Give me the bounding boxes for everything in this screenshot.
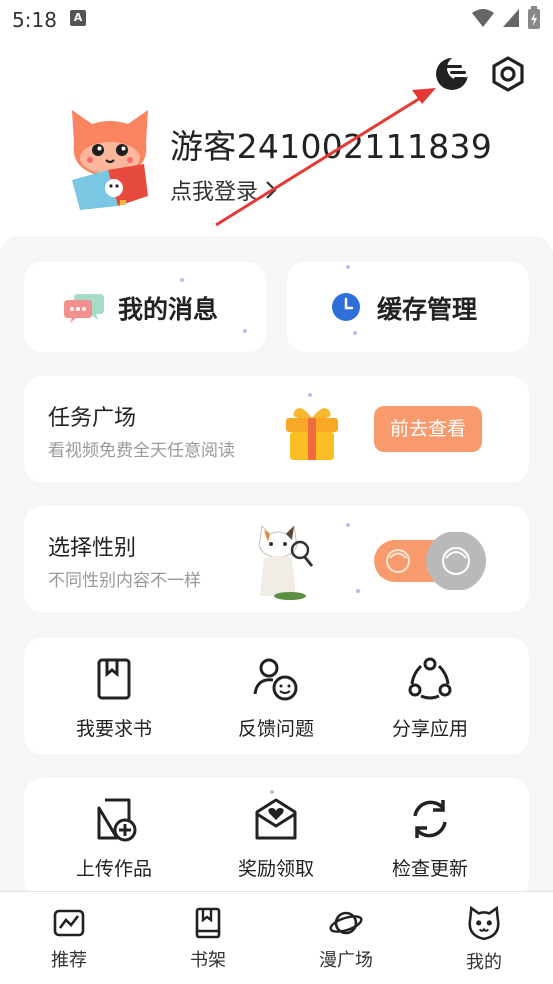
nav-item-recommend[interactable]: 推荐: [19, 906, 119, 972]
cat-detective-illustration: [258, 524, 314, 600]
feature-grid-row1: 我要求书 反馈问题 分享应用: [24, 638, 529, 754]
chat-bubbles-icon: [64, 294, 104, 323]
gender-toggle[interactable]: [374, 532, 486, 590]
refresh-icon: [413, 800, 447, 838]
login-link[interactable]: 点我登录: [170, 174, 278, 206]
gender-select-card: 选择性别 不同性别内容不一样: [24, 506, 529, 612]
signal-icon: [503, 9, 519, 27]
login-text: 点我登录: [170, 180, 259, 205]
book-request-icon: [97, 658, 131, 700]
notification-badge: A: [70, 10, 86, 26]
system-icons: [471, 6, 541, 30]
decor-dot: [270, 790, 274, 794]
grid-label-request-book: 我要求书: [75, 718, 152, 740]
grid-label-share: 分享应用: [391, 718, 468, 740]
bottom-nav: 推荐 书架 漫广场 我的: [0, 891, 553, 984]
grid-label-reward: 奖励领取: [237, 858, 314, 880]
bookshelf-icon: [195, 907, 221, 939]
planet-icon: [329, 911, 363, 935]
status-time: 5:18: [12, 8, 57, 32]
settings-gear-icon[interactable]: [490, 56, 526, 92]
nav-label-recommend: 推荐: [51, 950, 87, 971]
gift-box-icon: [286, 408, 338, 460]
feature-grid-row2: 上传作品 奖励领取 检查更新: [24, 778, 529, 898]
nav-label-comic-square: 漫广场: [319, 950, 373, 971]
decor-dot: [356, 589, 360, 593]
decor-dot: [346, 265, 350, 269]
task-square-card[interactable]: 任务广场 看视频免费全天任意阅读 前去查看: [24, 376, 529, 482]
recommend-icon: [53, 909, 85, 937]
grid-item-reward[interactable]: 奖励领取: [196, 796, 356, 881]
grid-label-feedback: 反馈问题: [237, 718, 314, 740]
decor-dot: [353, 331, 357, 335]
gender-title: 选择性别: [48, 536, 137, 561]
grid-label-check-update: 检查更新: [391, 858, 468, 880]
grid-item-share[interactable]: 分享应用: [350, 656, 510, 741]
decor-dot: [180, 278, 184, 282]
chevron-right-icon: [266, 181, 277, 199]
avatar[interactable]: [68, 106, 152, 212]
grid-item-upload[interactable]: 上传作品: [34, 796, 194, 881]
gender-subtitle: 不同性别内容不一样: [48, 571, 201, 591]
grid-item-check-update[interactable]: 检查更新: [350, 796, 510, 881]
cache-management-card[interactable]: 缓存管理: [287, 262, 529, 352]
username: 游客241002111839: [170, 127, 493, 166]
nav-item-mine[interactable]: 我的: [434, 906, 534, 974]
my-messages-card[interactable]: 我的消息: [24, 262, 266, 352]
nav-label-bookshelf: 书架: [190, 950, 226, 971]
nav-item-comic-square[interactable]: 漫广场: [296, 906, 396, 972]
nav-item-bookshelf[interactable]: 书架: [158, 906, 258, 972]
go-view-button[interactable]: 前去查看: [374, 406, 482, 452]
reward-envelope-icon: [255, 798, 297, 840]
status-bar: 5:18 A: [0, 0, 553, 40]
nav-label-mine: 我的: [466, 952, 502, 973]
decor-dot: [308, 393, 312, 397]
share-icon: [408, 657, 452, 700]
my-messages-label: 我的消息: [118, 295, 219, 324]
feedback-person-icon: [253, 658, 298, 701]
decor-dot: [346, 523, 350, 527]
grid-item-request-book[interactable]: 我要求书: [34, 656, 194, 741]
task-title: 任务广场: [48, 406, 137, 431]
cat-face-icon: [468, 906, 500, 941]
wifi-icon: [472, 9, 494, 27]
grid-item-feedback[interactable]: 反馈问题: [196, 656, 356, 741]
theme-moon-icon[interactable]: [434, 56, 470, 92]
grid-label-upload: 上传作品: [75, 858, 152, 880]
cache-management-label: 缓存管理: [377, 295, 478, 324]
decor-dot: [243, 329, 247, 333]
clock-icon: [332, 293, 360, 321]
upload-doc-icon: [97, 798, 137, 842]
battery-icon: [528, 6, 540, 29]
task-subtitle: 看视频免费全天任意阅读: [48, 441, 235, 461]
